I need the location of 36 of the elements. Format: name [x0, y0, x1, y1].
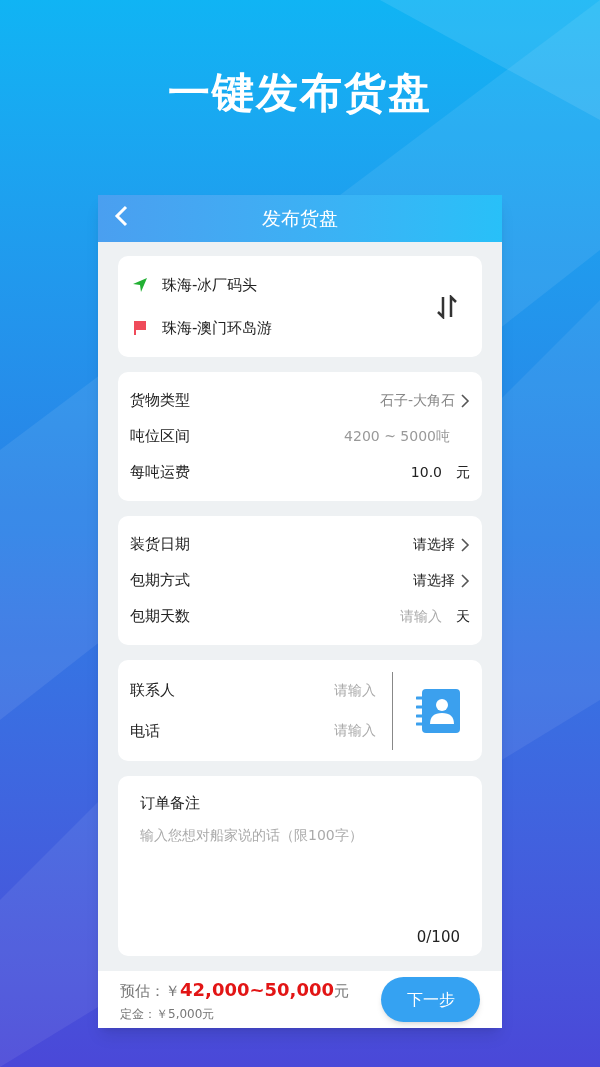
chevron-right-icon	[461, 537, 470, 552]
field-value: 4200 ~ 5000吨	[344, 427, 450, 446]
unit-label: 元	[456, 463, 470, 482]
input-field[interactable]: 请输入	[334, 679, 376, 701]
screen-title: 发布货盘	[262, 206, 338, 232]
flag-icon	[132, 320, 148, 337]
destination-port[interactable]: 珠海-澳门环岛游	[162, 317, 273, 340]
chevron-right-icon	[461, 573, 470, 588]
swap-icon[interactable]	[436, 294, 458, 319]
field-label: 吨位区间	[130, 426, 191, 448]
field-label: 联系人	[130, 680, 176, 701]
estimated-price: 预估：￥42,000~50,000元	[120, 978, 350, 1002]
origin-port[interactable]: 珠海-冰厂码头	[162, 273, 258, 296]
unit-label: 天	[456, 607, 470, 626]
select-value[interactable]: 石子-大角石	[379, 390, 455, 411]
remarks-field[interactable]: 输入您想对船家说的话（限100字）	[140, 826, 363, 843]
back-icon[interactable]	[114, 205, 128, 227]
remarks-title: 订单备注	[140, 793, 201, 814]
contact-book-icon[interactable]	[415, 687, 460, 734]
chevron-right-icon	[461, 393, 470, 408]
field-label: 电话	[130, 720, 161, 742]
field-label: 包期天数	[130, 606, 191, 628]
character-counter: 0/100	[416, 926, 460, 948]
select-value[interactable]: 请选择	[413, 570, 455, 591]
select-value[interactable]: 请选择	[413, 534, 455, 555]
field-label: 货物类型	[130, 390, 191, 412]
field-label: 每吨运费	[130, 462, 191, 484]
field-label: 装货日期	[130, 534, 191, 556]
field-label: 包期方式	[130, 570, 191, 592]
location-arrow-icon	[132, 276, 148, 293]
next-step-button[interactable]: 下一步	[381, 977, 480, 1022]
input-field[interactable]: 请输入	[400, 606, 442, 627]
headline: 一键发布货盘	[168, 72, 432, 114]
input-field[interactable]: 10.0	[410, 462, 442, 483]
deposit-amount: 定金：￥5,000元	[120, 1006, 216, 1023]
input-field[interactable]: 请输入	[334, 720, 376, 742]
